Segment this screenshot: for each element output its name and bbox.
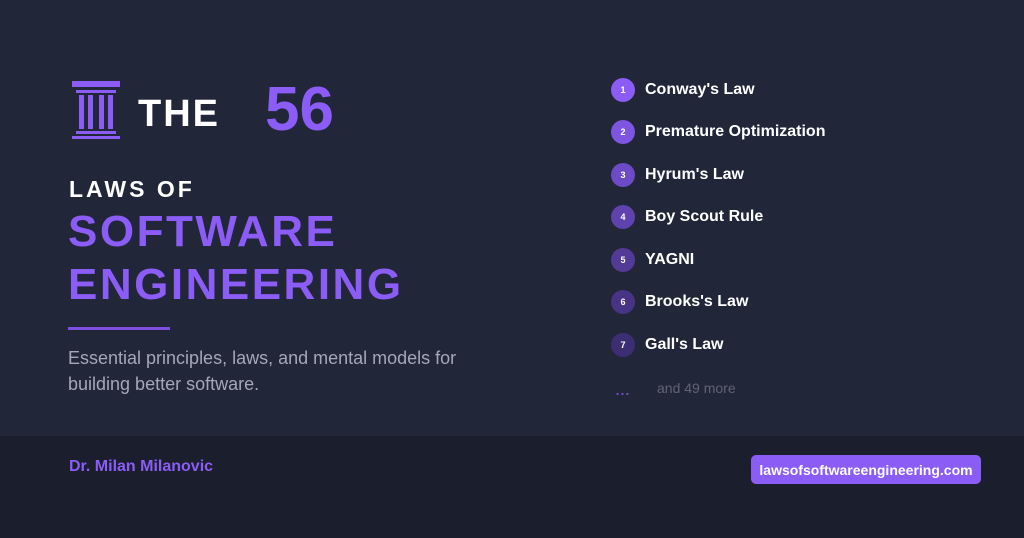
laws-count: 56 (265, 75, 334, 144)
law-number-badge: 4 (611, 205, 635, 229)
law-number-badge: 2 (611, 120, 635, 144)
law-number-badge: 6 (611, 290, 635, 314)
law-item[interactable]: 5 YAGNI (611, 248, 694, 272)
law-item[interactable]: 4 Boy Scout Rule (611, 205, 763, 229)
law-number-badge: 7 (611, 333, 635, 357)
law-item[interactable]: 2 Premature Optimization (611, 120, 825, 144)
law-number-badge: 5 (611, 248, 635, 272)
law-name: Brooks's Law (645, 293, 749, 310)
law-name: YAGNI (645, 251, 695, 268)
law-name: Premature Optimization (645, 123, 826, 140)
more-laws-label: and 49 more (657, 380, 736, 396)
footer-bar: Dr. Milan Milanovic lawsofsoftwareengine… (0, 436, 1024, 538)
hero-panel: THE 56 LAWS OF SOFTWARE ENGINEERING Esse… (0, 0, 1024, 436)
more-laws[interactable]: ... and 49 more (611, 376, 736, 400)
title-divider (68, 327, 170, 330)
website-link-button[interactable]: lawsofsoftwareengineering.com (751, 455, 981, 484)
law-name: Hyrum's Law (645, 166, 744, 183)
law-name: Gall's Law (645, 336, 724, 353)
law-name: Boy Scout Rule (645, 208, 764, 225)
law-item[interactable]: 7 Gall's Law (611, 333, 724, 357)
ellipsis-icon: ... (615, 382, 631, 398)
author-name: Dr. Milan Milanovic (69, 458, 214, 475)
law-item[interactable]: 3 Hyrum's Law (611, 163, 744, 187)
law-number-badge: 3 (611, 163, 635, 187)
law-item[interactable]: 1 Conway's Law (611, 78, 755, 102)
law-number-badge: 1 (611, 78, 635, 102)
subtitle: Essential principles, laws, and mental m… (68, 348, 457, 394)
law-item[interactable]: 6 Brooks's Law (611, 290, 748, 314)
title-engineering: ENGINEERING (68, 260, 404, 309)
laws-of-label: LAWS OF (69, 176, 195, 202)
pillar-icon (72, 81, 120, 139)
the-label: THE (138, 93, 220, 135)
law-name: Conway's Law (645, 81, 755, 98)
title-software: SOFTWARE (68, 207, 338, 256)
